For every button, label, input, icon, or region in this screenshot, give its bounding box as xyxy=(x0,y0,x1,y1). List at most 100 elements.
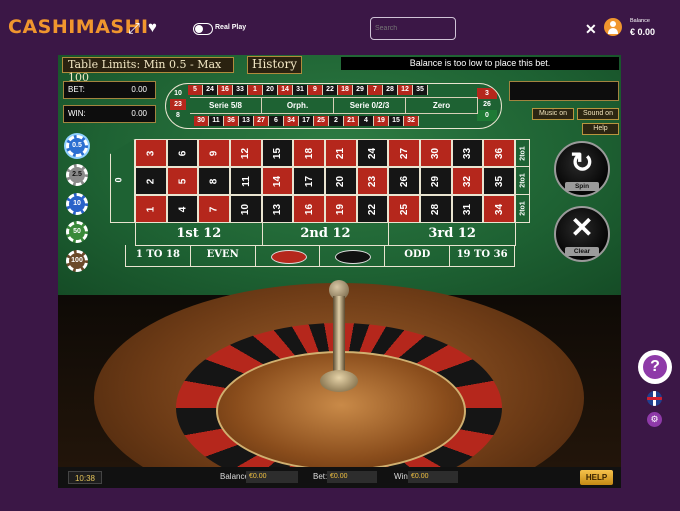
number-cell[interactable]: 31 xyxy=(452,196,483,222)
section-zero[interactable]: Zero xyxy=(406,98,478,113)
help-small-button[interactable]: Help xyxy=(582,123,619,135)
number-cell[interactable]: 28 xyxy=(420,196,451,222)
racetrack-number[interactable]: 33 xyxy=(233,85,248,95)
number-cell[interactable]: 35 xyxy=(484,168,514,194)
number-cell[interactable]: 12 xyxy=(230,140,261,166)
number-cell[interactable]: 36 xyxy=(484,140,514,166)
music-toggle-button[interactable]: Music on xyxy=(532,108,574,120)
number-cell[interactable]: 6 xyxy=(167,140,198,166)
bet-black[interactable] xyxy=(320,245,386,266)
racetrack-number[interactable]: 13 xyxy=(239,116,254,126)
number-cell[interactable]: 20 xyxy=(325,168,356,194)
user-icon[interactable] xyxy=(604,18,622,36)
close-icon[interactable]: ✕ xyxy=(585,21,597,38)
section-orphelins[interactable]: Orph. xyxy=(262,98,334,113)
racetrack-number[interactable]: 20 xyxy=(263,85,278,95)
racetrack-number[interactable]: 30 xyxy=(194,116,209,126)
number-cell[interactable]: 16 xyxy=(294,196,324,222)
racetrack-number[interactable]: 28 xyxy=(383,85,398,95)
racetrack-number[interactable]: 31 xyxy=(293,85,308,95)
number-cell[interactable]: 32 xyxy=(452,168,483,194)
support-button[interactable]: ? xyxy=(638,350,672,384)
chip-0-5[interactable]: 0.5 xyxy=(66,135,88,157)
zero-cell[interactable]: 0 xyxy=(110,139,135,223)
number-cell[interactable]: 30 xyxy=(420,140,451,166)
dozen-3rd[interactable]: 3rd 12 xyxy=(389,223,517,245)
number-cell[interactable]: 19 xyxy=(325,196,356,222)
number-cell[interactable]: 25 xyxy=(389,196,419,222)
clear-button[interactable]: ✕ Clear xyxy=(554,206,610,262)
expand-icon[interactable]: ⤢ xyxy=(128,21,140,37)
bet-red[interactable] xyxy=(256,245,321,266)
bet-1-to-18[interactable]: 1 TO 18 xyxy=(126,245,191,266)
column-bet-2[interactable]: 2to1 xyxy=(516,167,531,195)
chip-2-5[interactable]: 2.5 xyxy=(66,164,88,186)
racetrack-number[interactable]: 17 xyxy=(299,116,314,126)
chip-50[interactable]: 50 xyxy=(66,221,88,243)
dozen-1st[interactable]: 1st 12 xyxy=(136,223,263,245)
racetrack-number[interactable]: 19 xyxy=(374,116,389,126)
chip-10[interactable]: 10 xyxy=(66,193,88,215)
number-cell[interactable]: 4 xyxy=(167,196,198,222)
flag-icon[interactable] xyxy=(647,391,662,406)
number-cell[interactable]: 3 xyxy=(136,140,166,166)
number-cell[interactable]: 33 xyxy=(452,140,483,166)
racetrack-number[interactable]: 7 xyxy=(368,85,383,95)
number-cell[interactable]: 24 xyxy=(357,140,388,166)
racetrack-number[interactable]: 29 xyxy=(353,85,368,95)
number-cell[interactable]: 14 xyxy=(262,168,293,194)
number-cell[interactable]: 18 xyxy=(294,140,324,166)
racetrack-number[interactable]: 11 xyxy=(209,116,224,126)
number-cell[interactable]: 34 xyxy=(484,196,514,222)
racetrack-number[interactable]: 23 xyxy=(170,99,186,110)
racetrack-number[interactable]: 15 xyxy=(389,116,404,126)
number-cell[interactable]: 11 xyxy=(230,168,261,194)
settings-icon[interactable]: ⚙ xyxy=(647,412,662,427)
column-bet-1[interactable]: 2to1 xyxy=(516,140,531,168)
heart-icon[interactable]: ♥ xyxy=(148,20,157,36)
number-cell[interactable]: 1 xyxy=(136,196,166,222)
number-cell[interactable]: 29 xyxy=(420,168,451,194)
racetrack-number[interactable]: 27 xyxy=(254,116,269,126)
racetrack-number[interactable]: 36 xyxy=(224,116,239,126)
racetrack-number[interactable]: 25 xyxy=(314,116,329,126)
number-cell[interactable]: 22 xyxy=(357,196,388,222)
search-input[interactable] xyxy=(370,17,456,40)
racetrack-number[interactable]: 12 xyxy=(398,85,413,95)
help-button[interactable]: HELP xyxy=(580,470,613,485)
section-serie-5-8[interactable]: Serie 5/8 xyxy=(190,98,262,113)
racetrack-number[interactable]: 24 xyxy=(203,85,218,95)
bet-odd[interactable]: ODD xyxy=(385,245,451,266)
racetrack-number[interactable]: 32 xyxy=(404,116,419,126)
racetrack-number[interactable]: 22 xyxy=(323,85,338,95)
number-cell[interactable]: 5 xyxy=(167,168,198,194)
racetrack-number[interactable]: 21 xyxy=(344,116,359,126)
racetrack-number[interactable]: 10 xyxy=(170,88,186,99)
racetrack-number[interactable]: 6 xyxy=(269,116,284,126)
racetrack-number[interactable]: 14 xyxy=(278,85,293,95)
racetrack-number[interactable]: 26 xyxy=(477,99,497,110)
racetrack-number[interactable]: 2 xyxy=(329,116,344,126)
column-bet-3[interactable]: 2to1 xyxy=(516,195,530,222)
number-cell[interactable]: 26 xyxy=(389,168,419,194)
racetrack-number[interactable]: 35 xyxy=(413,85,428,95)
number-cell[interactable]: 2 xyxy=(136,168,166,194)
racetrack[interactable]: 5 24 16 33 1 20 14 31 9 22 18 29 7 28 12 35 30 11 36 13 27 6… xyxy=(165,83,502,129)
number-cell[interactable]: 21 xyxy=(325,140,356,166)
number-cell[interactable]: 7 xyxy=(199,196,229,222)
sound-toggle-button[interactable]: Sound on xyxy=(577,108,619,120)
bet-even[interactable]: EVEN xyxy=(191,245,256,266)
number-cell[interactable]: 8 xyxy=(199,168,229,194)
racetrack-number[interactable]: 9 xyxy=(308,85,323,95)
history-button[interactable]: History xyxy=(247,56,302,74)
racetrack-number[interactable]: 16 xyxy=(218,85,233,95)
racetrack-number[interactable]: 18 xyxy=(338,85,353,95)
number-cell[interactable]: 27 xyxy=(389,140,419,166)
dozen-2nd[interactable]: 2nd 12 xyxy=(263,223,390,245)
racetrack-number[interactable]: 34 xyxy=(284,116,299,126)
section-serie-0-2-3[interactable]: Serie 0/2/3 xyxy=(334,98,406,113)
bet-19-to-36[interactable]: 19 TO 36 xyxy=(450,245,514,266)
racetrack-number[interactable]: 5 xyxy=(188,85,203,95)
racetrack-number[interactable]: 3 xyxy=(477,88,497,99)
number-cell[interactable]: 23 xyxy=(357,168,388,194)
